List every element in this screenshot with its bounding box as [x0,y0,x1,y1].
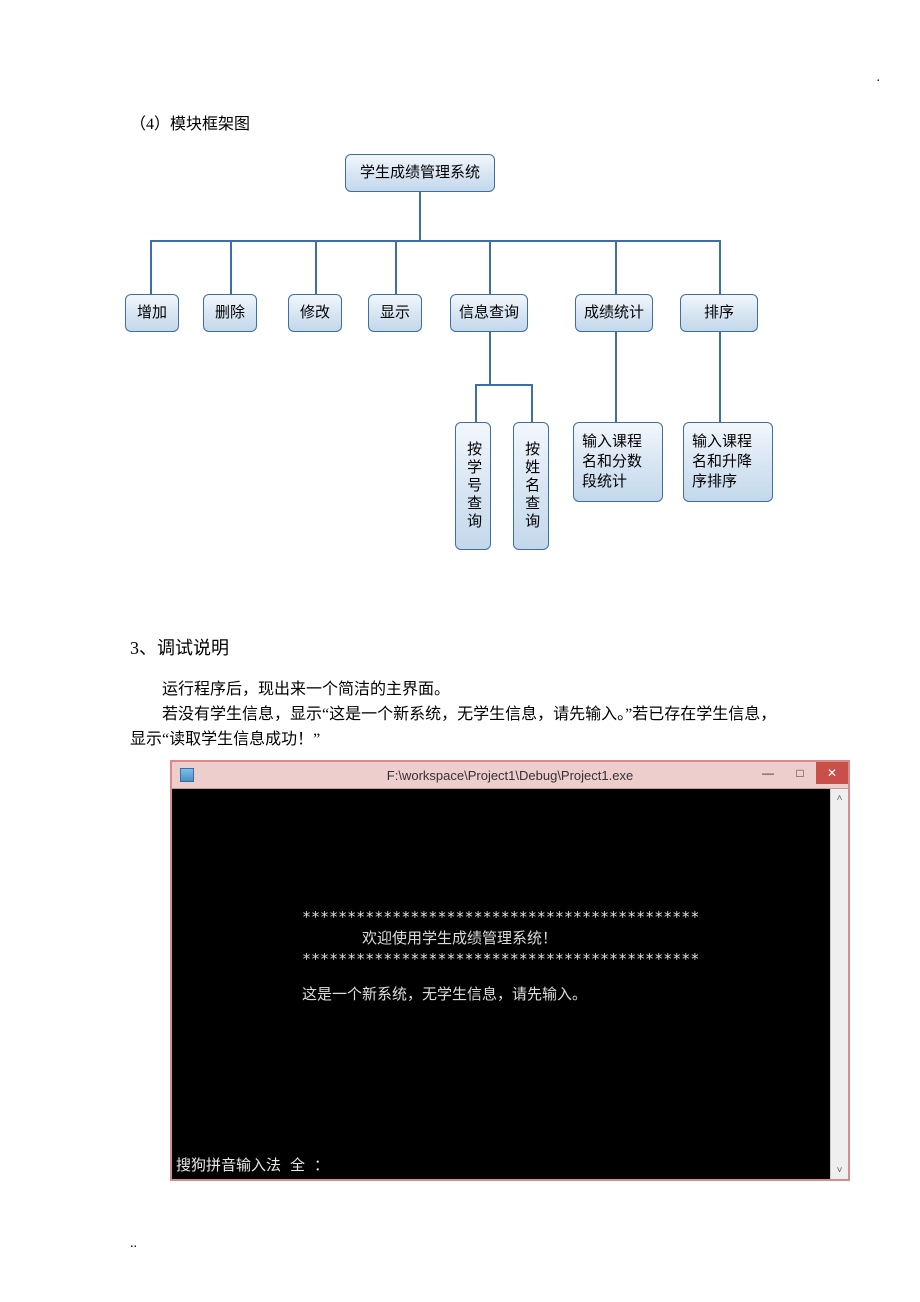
app-icon [180,768,194,782]
connector [531,384,533,422]
node-query-by-id-text: 按学号查询 [463,441,483,531]
connector [615,332,617,422]
connector [475,384,533,386]
connector [419,192,421,240]
scroll-up-icon[interactable]: ˄ [831,789,848,807]
node-stats-child: 输入课程名和分数段统计 [573,422,663,502]
connector [489,332,491,384]
node-sort: 排序 [680,294,758,332]
scroll-down-icon[interactable]: ˅ [831,1161,848,1179]
close-button[interactable]: ✕ [816,762,848,784]
node-query-by-name-text: 按姓名查询 [521,441,541,531]
connector [395,240,397,294]
page-dot-bottom: .. [130,1236,137,1252]
connector [475,384,477,422]
page-dot-top: . [877,70,881,86]
connector [615,240,617,294]
node-delete: 删除 [203,294,257,332]
console-stars-top: ****************************************… [172,907,830,928]
node-add: 增加 [125,294,179,332]
node-sort-child: 输入课程名和升降序排序 [683,422,773,502]
node-modify: 修改 [288,294,342,332]
paragraph-2: 若没有学生信息，显示“这是一个新系统，无学生信息，请先输入。”若已存在学生信息，… [130,703,790,753]
connector [315,240,317,294]
minimize-button[interactable]: — [752,762,784,784]
module-diagram: 学生成绩管理系统 增加 删除 修改 显示 信息查询 成绩统计 排序 按学号查询 [125,154,790,594]
node-stats: 成绩统计 [575,294,653,332]
window-title: F:\workspace\Project1\Debug\Project1.exe [172,768,848,783]
node-query-by-name: 按姓名查询 [513,422,549,550]
connector [719,332,721,422]
connector [719,240,721,294]
node-show: 显示 [368,294,422,332]
console-message: 这是一个新系统，无学生信息，请先输入。 [172,984,830,1005]
maximize-button[interactable]: □ [784,762,816,784]
ime-status: 搜狗拼音输入法 全 ： [176,1154,329,1175]
console-window: F:\workspace\Project1\Debug\Project1.exe… [170,760,850,1181]
node-query: 信息查询 [450,294,528,332]
window-buttons: — □ ✕ [752,762,848,784]
connector [489,240,491,294]
connector [150,240,720,242]
console-stars-bottom: ****************************************… [172,949,830,970]
paragraph-1: 运行程序后，现出来一个简洁的主界面。 [130,678,790,703]
node-query-by-id: 按学号查询 [455,422,491,550]
console-output: ****************************************… [172,789,830,1179]
heading-3: 3、调试说明 [130,634,790,660]
console-welcome: 欢迎使用学生成绩管理系统！ [172,928,830,949]
console-titlebar: F:\workspace\Project1\Debug\Project1.exe… [172,762,848,788]
connector [230,240,232,294]
scrollbar[interactable]: ˄ ˅ [830,789,848,1179]
heading-4: （4）模块框架图 [130,110,790,134]
node-root: 学生成绩管理系统 [345,154,495,192]
connector [150,240,152,294]
